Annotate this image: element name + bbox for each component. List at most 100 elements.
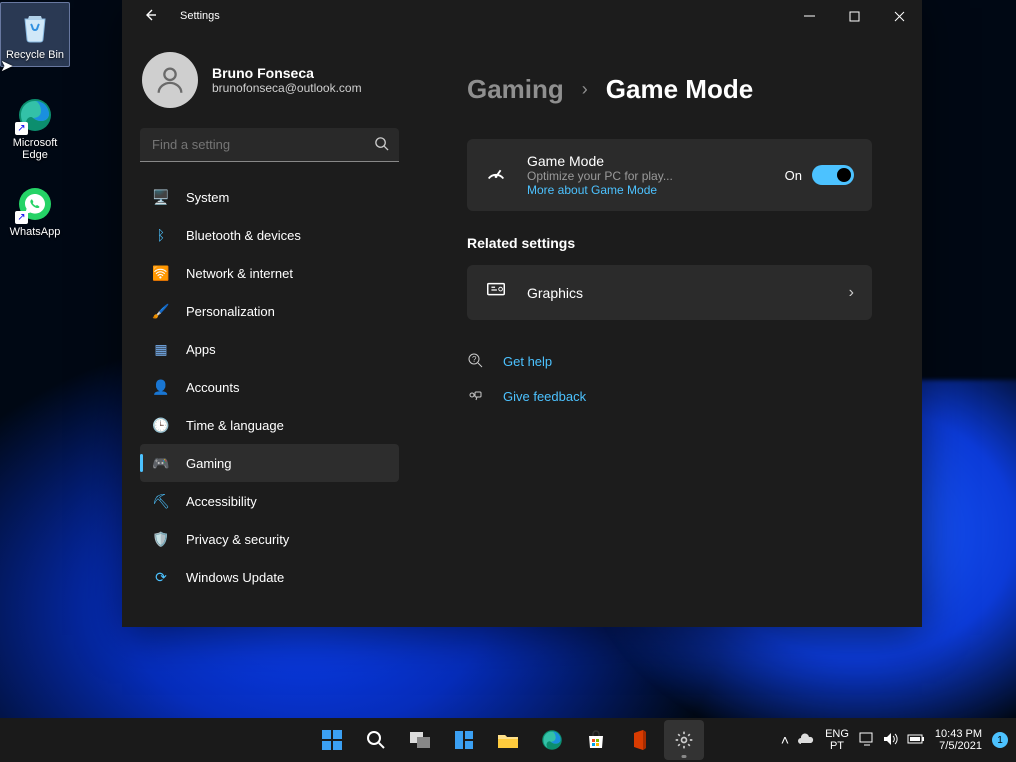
personalization-icon: 🖌️ <box>152 302 170 320</box>
shortcut-arrow-icon: ↗ <box>15 211 28 224</box>
sidebar-item-personalization[interactable]: 🖌️ Personalization <box>140 292 399 330</box>
sidebar-item-accounts[interactable]: 👤Accounts <box>140 368 399 406</box>
chevron-right-icon: › <box>849 284 854 302</box>
get-help-link[interactable]: Get help <box>503 354 552 369</box>
settings-taskbar-button[interactable] <box>664 720 704 760</box>
sidebar-item-privacy[interactable]: 🛡️ Privacy & security <box>140 520 399 558</box>
shortcut-arrow-icon: ↗ <box>15 122 28 135</box>
sidebar-item-label: System <box>186 190 229 205</box>
sidebar-item-gaming[interactable]: 🎮 Gaming <box>140 444 399 482</box>
network-icon: 🛜 <box>152 264 170 282</box>
sidebar-item-label: Time & language <box>186 418 284 433</box>
update-icon: ⟳ <box>152 568 170 586</box>
content-pane: Gaming › Game Mode Game Mode Optimize yo… <box>417 32 922 627</box>
desktop-icon-label: Recycle Bin <box>6 49 64 62</box>
sidebar-item-label: Personalization <box>186 304 275 319</box>
give-feedback-row: Give feedback <box>467 379 872 414</box>
avatar <box>142 52 198 108</box>
file-explorer-button[interactable] <box>488 720 528 760</box>
recycle-bin-icon <box>15 7 55 47</box>
desktop-icon-whatsapp[interactable]: ↗ WhatsApp <box>0 180 70 243</box>
breadcrumb: Gaming › Game Mode <box>467 74 872 105</box>
sidebar-item-network[interactable]: 🛜 Network & internet <box>140 254 399 292</box>
more-about-link[interactable]: More about Game Mode <box>527 183 767 197</box>
toggle-state-label: On <box>785 168 802 183</box>
desktop-icon-label: WhatsApp <box>10 226 61 239</box>
card-title: Game Mode <box>527 153 767 169</box>
sidebar-item-system[interactable]: 🖥️ System <box>140 178 399 216</box>
taskbar: ˄ ENG PT 10:43 PM 7/5/2021 1 <box>0 718 1016 762</box>
graphics-icon <box>485 279 509 306</box>
desktop-icons: Recycle Bin ↗ Microsoft Edge ↗ WhatsApp <box>0 2 70 243</box>
window-title: Settings <box>180 10 220 22</box>
sidebar-item-label: Windows Update <box>186 570 284 585</box>
time-language-icon: 🕒 <box>152 416 170 434</box>
gaming-icon: 🎮 <box>152 454 170 472</box>
sidebar-item-label: Accessibility <box>186 494 257 509</box>
svg-text:?: ? <box>472 355 477 364</box>
onedrive-icon[interactable] <box>797 732 815 748</box>
start-button[interactable] <box>312 720 352 760</box>
network-tray-icon[interactable] <box>859 732 875 749</box>
desktop-icon-label: Microsoft Edge <box>2 137 68 162</box>
breadcrumb-parent[interactable]: Gaming <box>467 74 564 105</box>
notification-badge[interactable]: 1 <box>992 732 1008 748</box>
sidebar-item-bluetooth[interactable]: ᛒ Bluetooth & devices <box>140 216 399 254</box>
search-icon <box>374 136 389 154</box>
bluetooth-icon: ᛒ <box>152 226 170 244</box>
maximize-button[interactable] <box>832 0 877 32</box>
sidebar-item-label: Gaming <box>186 456 232 471</box>
store-button[interactable] <box>576 720 616 760</box>
card-subtitle: Optimize your PC for play... <box>527 169 767 183</box>
sidebar-item-time-language[interactable]: 🕒 Time & language <box>140 406 399 444</box>
accessibility-icon: ⛏ <box>152 492 170 510</box>
sidebar-item-label: Network & internet <box>186 266 293 281</box>
edge-button[interactable] <box>532 720 572 760</box>
search-box <box>140 128 399 162</box>
profile-email: brunofonseca@outlook.com <box>212 81 362 95</box>
minimize-button[interactable] <box>787 0 832 32</box>
give-feedback-link[interactable]: Give feedback <box>503 389 586 404</box>
related-settings-heading: Related settings <box>467 235 872 251</box>
back-button[interactable] <box>142 7 162 26</box>
apps-icon: ▦ <box>152 340 170 358</box>
close-button[interactable] <box>877 0 922 32</box>
get-help-row: ? Get help <box>467 344 872 379</box>
sidebar-item-accessibility[interactable]: ⛏ Accessibility <box>140 482 399 520</box>
sidebar: Bruno Fonseca brunofonseca@outlook.com 🖥… <box>122 32 417 627</box>
breadcrumb-current: Game Mode <box>606 74 753 105</box>
profile-name: Bruno Fonseca <box>212 65 362 81</box>
language-indicator[interactable]: ENG PT <box>825 728 849 752</box>
sidebar-item-label: Privacy & security <box>186 532 289 547</box>
sidebar-item-apps[interactable]: ▦ Apps <box>140 330 399 368</box>
taskbar-center <box>312 718 704 762</box>
desktop-icon-microsoft-edge[interactable]: ↗ Microsoft Edge <box>0 91 70 166</box>
search-button[interactable] <box>356 720 396 760</box>
edge-icon: ↗ <box>15 95 55 135</box>
sidebar-item-label: Apps <box>186 342 216 357</box>
task-view-button[interactable] <box>400 720 440 760</box>
system-icon: 🖥️ <box>152 188 170 206</box>
battery-tray-icon[interactable] <box>907 732 925 748</box>
tray-chevron-icon[interactable]: ˄ <box>781 732 789 748</box>
privacy-icon: 🛡️ <box>152 530 170 548</box>
volume-tray-icon[interactable] <box>883 732 899 749</box>
titlebar: Settings <box>122 0 922 32</box>
whatsapp-icon: ↗ <box>15 184 55 224</box>
office-button[interactable] <box>620 720 660 760</box>
card-title: Graphics <box>527 285 831 301</box>
game-mode-toggle[interactable] <box>812 165 854 185</box>
speedometer-icon <box>485 162 509 189</box>
datetime-indicator[interactable]: 10:43 PM 7/5/2021 <box>935 728 982 752</box>
search-input[interactable] <box>140 128 399 162</box>
sidebar-item-label: Bluetooth & devices <box>186 228 301 243</box>
chevron-right-icon: › <box>582 79 588 100</box>
help-icon: ? <box>467 352 485 371</box>
game-mode-card[interactable]: Game Mode Optimize your PC for play... M… <box>467 139 872 211</box>
graphics-card[interactable]: Graphics › <box>467 265 872 320</box>
settings-window: Settings Bruno Fonseca brunofonseca@outl… <box>122 0 922 627</box>
widgets-button[interactable] <box>444 720 484 760</box>
profile-block[interactable]: Bruno Fonseca brunofonseca@outlook.com <box>140 46 399 126</box>
taskbar-right: ˄ ENG PT 10:43 PM 7/5/2021 1 <box>781 718 1016 762</box>
sidebar-item-update[interactable]: ⟳ Windows Update <box>140 558 399 596</box>
